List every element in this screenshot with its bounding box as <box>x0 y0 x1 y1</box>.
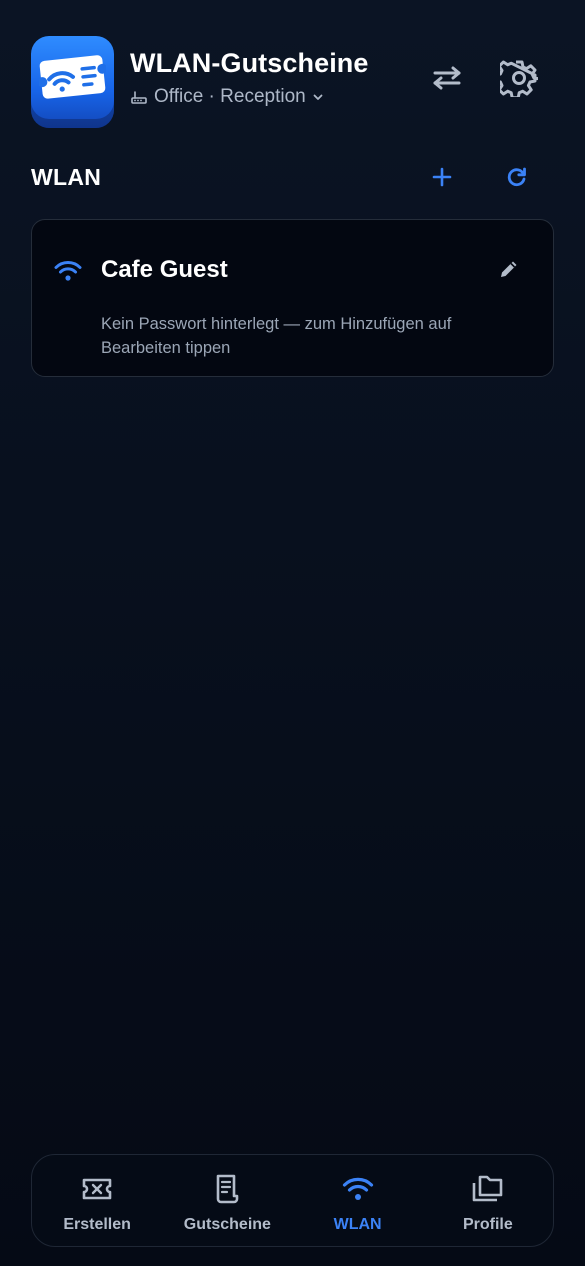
app-logo <box>31 36 114 128</box>
ticket-icon <box>82 1178 112 1200</box>
nav-label-wlan: WLAN <box>333 1216 382 1233</box>
refresh-icon <box>507 167 526 187</box>
gear-icon <box>500 60 538 97</box>
wifi-icon <box>342 1177 373 1200</box>
network-card[interactable]: Cafe Guest Kein Passwort hinterlegt — zu… <box>31 219 554 377</box>
settings-button[interactable] <box>499 58 539 98</box>
profile-selector-label: Office · Reception <box>154 86 306 107</box>
network-note: Kein Passwort hinterlegt — zum Hinzufüge… <box>101 315 452 357</box>
profile-selector[interactable]: Office · Reception <box>130 85 324 109</box>
app-screen: WLAN-Gutscheine Office · Reception WLAN … <box>0 0 585 1266</box>
nav-item-wlan[interactable]: WLAN <box>293 1155 423 1246</box>
receipt-icon <box>217 1174 239 1204</box>
swap-arrows-icon <box>433 66 461 90</box>
app-header: WLAN-Gutscheine Office · Reception <box>31 36 554 128</box>
bottom-nav: Erstellen Gutscheine WLAN Profile <box>31 1154 554 1247</box>
nav-item-gutscheine[interactable]: Gutscheine <box>162 1155 292 1246</box>
add-network-button[interactable] <box>427 162 457 192</box>
network-name: Cafe Guest <box>101 256 228 283</box>
swap-button[interactable] <box>427 58 467 98</box>
nav-item-erstellen[interactable]: Erstellen <box>32 1155 162 1246</box>
nav-label-erstellen: Erstellen <box>63 1216 131 1233</box>
nav-label-gutscheine: Gutscheine <box>183 1216 271 1233</box>
app-title: WLAN-Gutscheine <box>130 48 369 78</box>
chevron-down-icon <box>313 94 323 100</box>
edit-network-button[interactable] <box>496 256 522 282</box>
plus-icon <box>432 167 452 187</box>
folders-icon <box>472 1175 503 1202</box>
refresh-button[interactable] <box>502 162 532 192</box>
ticket-wifi-logo-icon <box>39 55 106 99</box>
wifi-icon <box>54 261 82 281</box>
router-icon <box>131 91 147 104</box>
nav-item-profile[interactable]: Profile <box>423 1155 553 1246</box>
pencil-icon <box>501 261 517 277</box>
nav-label-profile: Profile <box>462 1216 513 1233</box>
section-title: WLAN <box>31 164 102 190</box>
